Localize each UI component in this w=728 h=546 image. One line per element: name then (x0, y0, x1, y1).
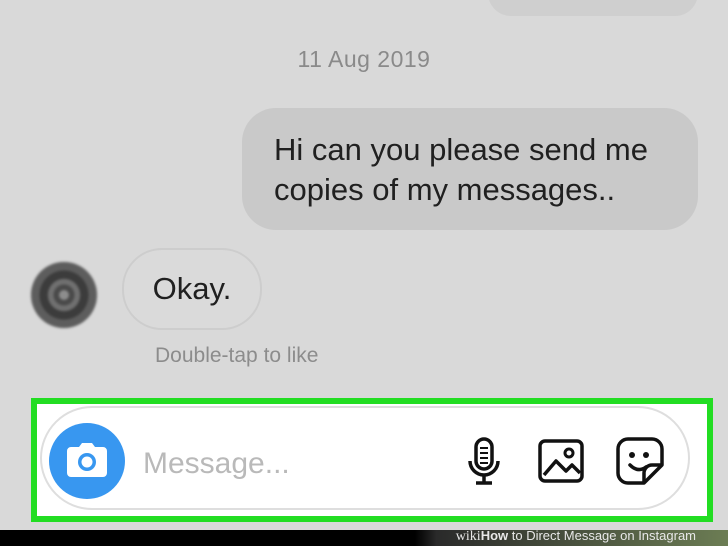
previous-message-bubble[interactable] (488, 0, 698, 16)
highlight-frame (31, 398, 713, 522)
outgoing-message-bubble[interactable]: Hi can you please send me copies of my m… (242, 108, 698, 230)
date-separator: 11 Aug 2019 (0, 46, 728, 73)
outgoing-message-text: Hi can you please send me copies of my m… (274, 132, 648, 207)
incoming-message-text: Okay. (152, 271, 232, 306)
double-tap-hint: Double-tap to like (155, 344, 319, 367)
watermark-wiki: wiki (455, 529, 481, 544)
date-label: 11 Aug 2019 (297, 46, 431, 72)
watermark-title: to Direct Message on Instagram (508, 528, 696, 543)
watermark-how: How (480, 528, 509, 543)
incoming-message-bubble[interactable]: Okay. (122, 248, 262, 330)
footer-bar: wikiHow to Direct Message on Instagram (0, 528, 728, 546)
avatar[interactable] (31, 262, 97, 328)
watermark: wikiHow to Direct Message on Instagram (456, 528, 696, 545)
